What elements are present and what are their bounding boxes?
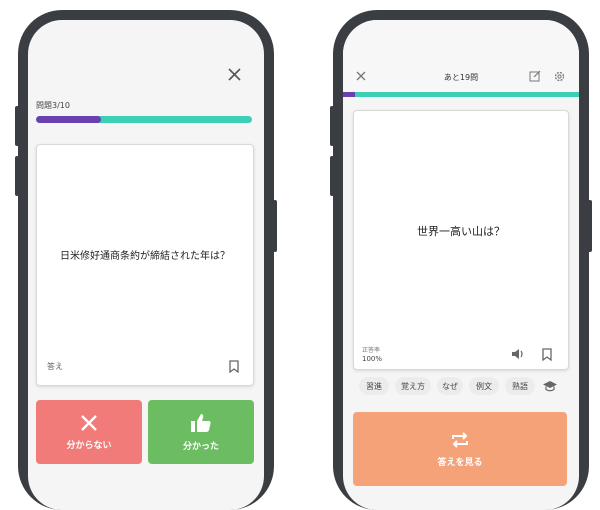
answer-label[interactable]: 答え bbox=[47, 361, 63, 372]
show-answer-button[interactable]: 答えを見る bbox=[353, 412, 567, 486]
dont-know-label: 分からない bbox=[66, 440, 112, 451]
flashcard[interactable]: 日米修好通商条約が締結された年は？ 答え bbox=[36, 144, 254, 386]
question-text: 日米修好通商条約が締結された年は？ bbox=[60, 251, 230, 262]
chip-0[interactable]: 習進 bbox=[359, 377, 389, 395]
know-label: 分かった bbox=[182, 441, 219, 452]
graduation-cap-icon[interactable] bbox=[541, 378, 559, 394]
bookmark-icon[interactable] bbox=[227, 358, 241, 374]
screen-right: あと19問 世界一高い山は？ 正答率 100% 習進 覚え方 なぜ 例文 熟語 bbox=[343, 20, 579, 510]
chip-3[interactable]: 例文 bbox=[469, 377, 499, 395]
phone-side-button bbox=[330, 156, 334, 196]
question-text: 世界一高い山は？ bbox=[417, 225, 505, 238]
gear-icon[interactable] bbox=[551, 68, 567, 84]
phone-side-button bbox=[15, 156, 19, 196]
thumbs-up-icon bbox=[190, 413, 212, 433]
progress-bar bbox=[343, 92, 579, 97]
dont-know-button[interactable]: 分からない bbox=[36, 400, 142, 464]
remaining-count: あと19問 bbox=[443, 73, 479, 82]
phone-side-button bbox=[15, 106, 19, 146]
screen-left: 問題3/10 日米修好通商条約が締結された年は？ 答え 分からない 分かった bbox=[28, 20, 264, 510]
phone-frame-left: 問題3/10 日米修好通商条約が締結された年は？ 答え 分からない 分かった bbox=[15, 10, 277, 510]
know-button[interactable]: 分かった bbox=[148, 400, 254, 464]
progress-fill bbox=[36, 116, 101, 123]
chip-1[interactable]: 覚え方 bbox=[395, 377, 431, 395]
edit-icon[interactable] bbox=[527, 68, 543, 84]
show-answer-label: 答えを見る bbox=[437, 457, 483, 468]
phone-power-button bbox=[588, 200, 592, 252]
phone-side-button bbox=[330, 106, 334, 146]
repeat-icon bbox=[450, 431, 470, 449]
phone-power-button bbox=[273, 200, 277, 252]
close-icon[interactable] bbox=[224, 64, 244, 84]
bookmark-icon[interactable] bbox=[540, 346, 554, 362]
chip-4[interactable]: 熟語 bbox=[505, 377, 535, 395]
chip-2[interactable]: なぜ bbox=[437, 377, 463, 395]
accuracy-label: 正答率 bbox=[362, 347, 381, 354]
phone-frame-right: あと19問 世界一高い山は？ 正答率 100% 習進 覚え方 なぜ 例文 熟語 bbox=[330, 10, 592, 510]
progress-label: 問題3/10 bbox=[36, 101, 70, 110]
speaker-icon[interactable] bbox=[510, 347, 526, 361]
x-icon bbox=[80, 414, 98, 432]
flashcard[interactable]: 世界一高い山は？ 正答率 100% bbox=[353, 110, 569, 370]
progress-bar bbox=[36, 116, 252, 123]
progress-fill bbox=[343, 92, 355, 97]
accuracy-value: 100% bbox=[362, 355, 383, 363]
